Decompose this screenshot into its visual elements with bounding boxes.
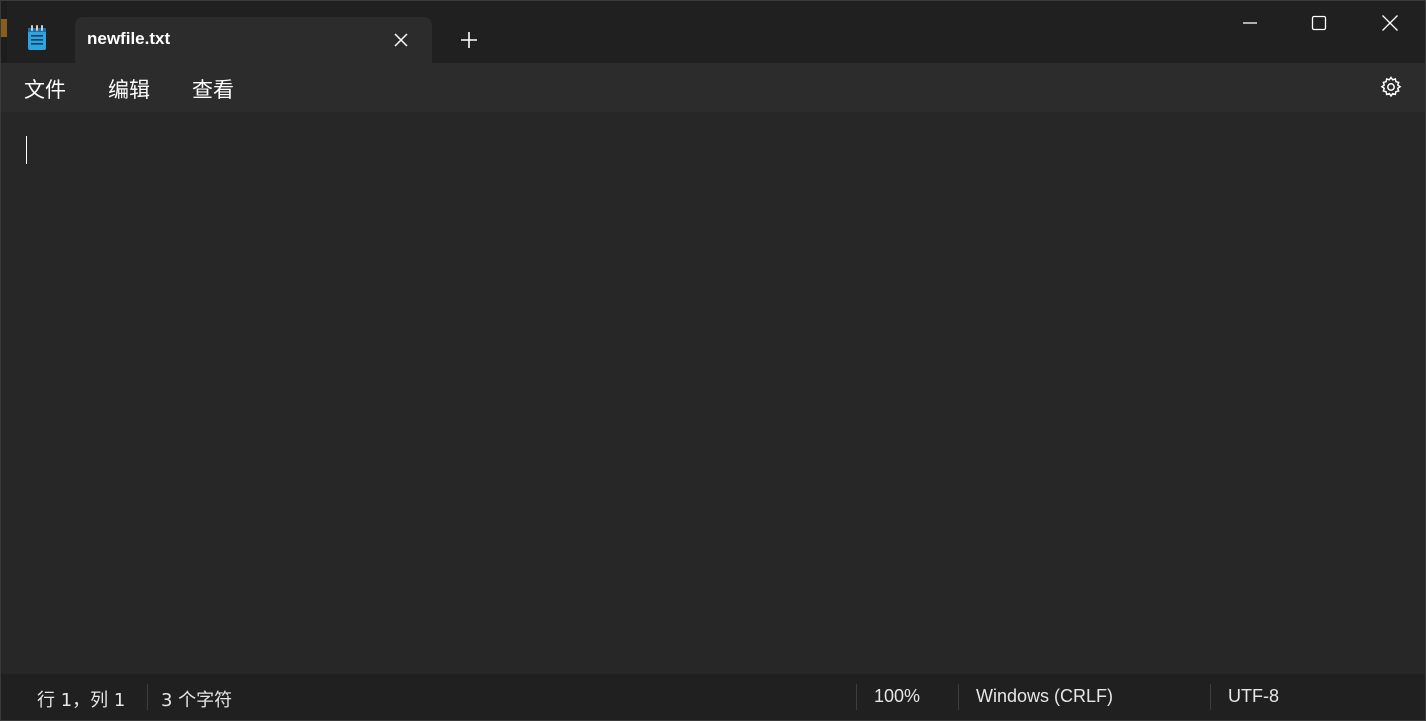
character-count: 3 个字符	[161, 690, 233, 711]
tab-newfile[interactable]: newfile.txt	[75, 17, 432, 63]
status-divider	[1210, 684, 1211, 710]
gear-icon[interactable]	[1377, 73, 1405, 101]
menu-bar: 文件 编辑 查看	[1, 63, 1425, 112]
status-bar: 行 1，列 1 3 个字符 100% Windows (CRLF) UTF-8	[1, 674, 1425, 720]
title-bar: newfile.txt	[1, 1, 1425, 63]
status-divider	[958, 684, 959, 710]
menu-edit[interactable]: 编辑	[106, 74, 152, 102]
menu-view[interactable]: 查看	[190, 74, 236, 102]
maximize-icon[interactable]	[1284, 1, 1354, 45]
tab-title: newfile.txt	[87, 29, 171, 48]
text-editor[interactable]	[1, 112, 1425, 674]
text-caret	[26, 136, 27, 164]
line-ending[interactable]: Windows (CRLF)	[976, 686, 1113, 707]
menu-file[interactable]: 文件	[22, 74, 68, 102]
background-edge	[1, 1, 7, 63]
encoding[interactable]: UTF-8	[1228, 686, 1279, 707]
zoom-level[interactable]: 100%	[874, 686, 920, 707]
new-tab-plus-icon[interactable]	[455, 26, 483, 54]
status-divider	[856, 684, 857, 710]
close-window-icon[interactable]	[1355, 1, 1425, 45]
notepad-icon	[25, 25, 49, 51]
status-divider	[147, 684, 148, 710]
minimize-icon[interactable]	[1215, 1, 1285, 45]
tab-close-icon[interactable]	[390, 29, 412, 51]
cursor-position: 行 1，列 1	[37, 690, 126, 711]
notepad-window: newfile.txt 文件 编辑 查看 行 1，列 1 3 个字符 100% …	[0, 0, 1426, 721]
